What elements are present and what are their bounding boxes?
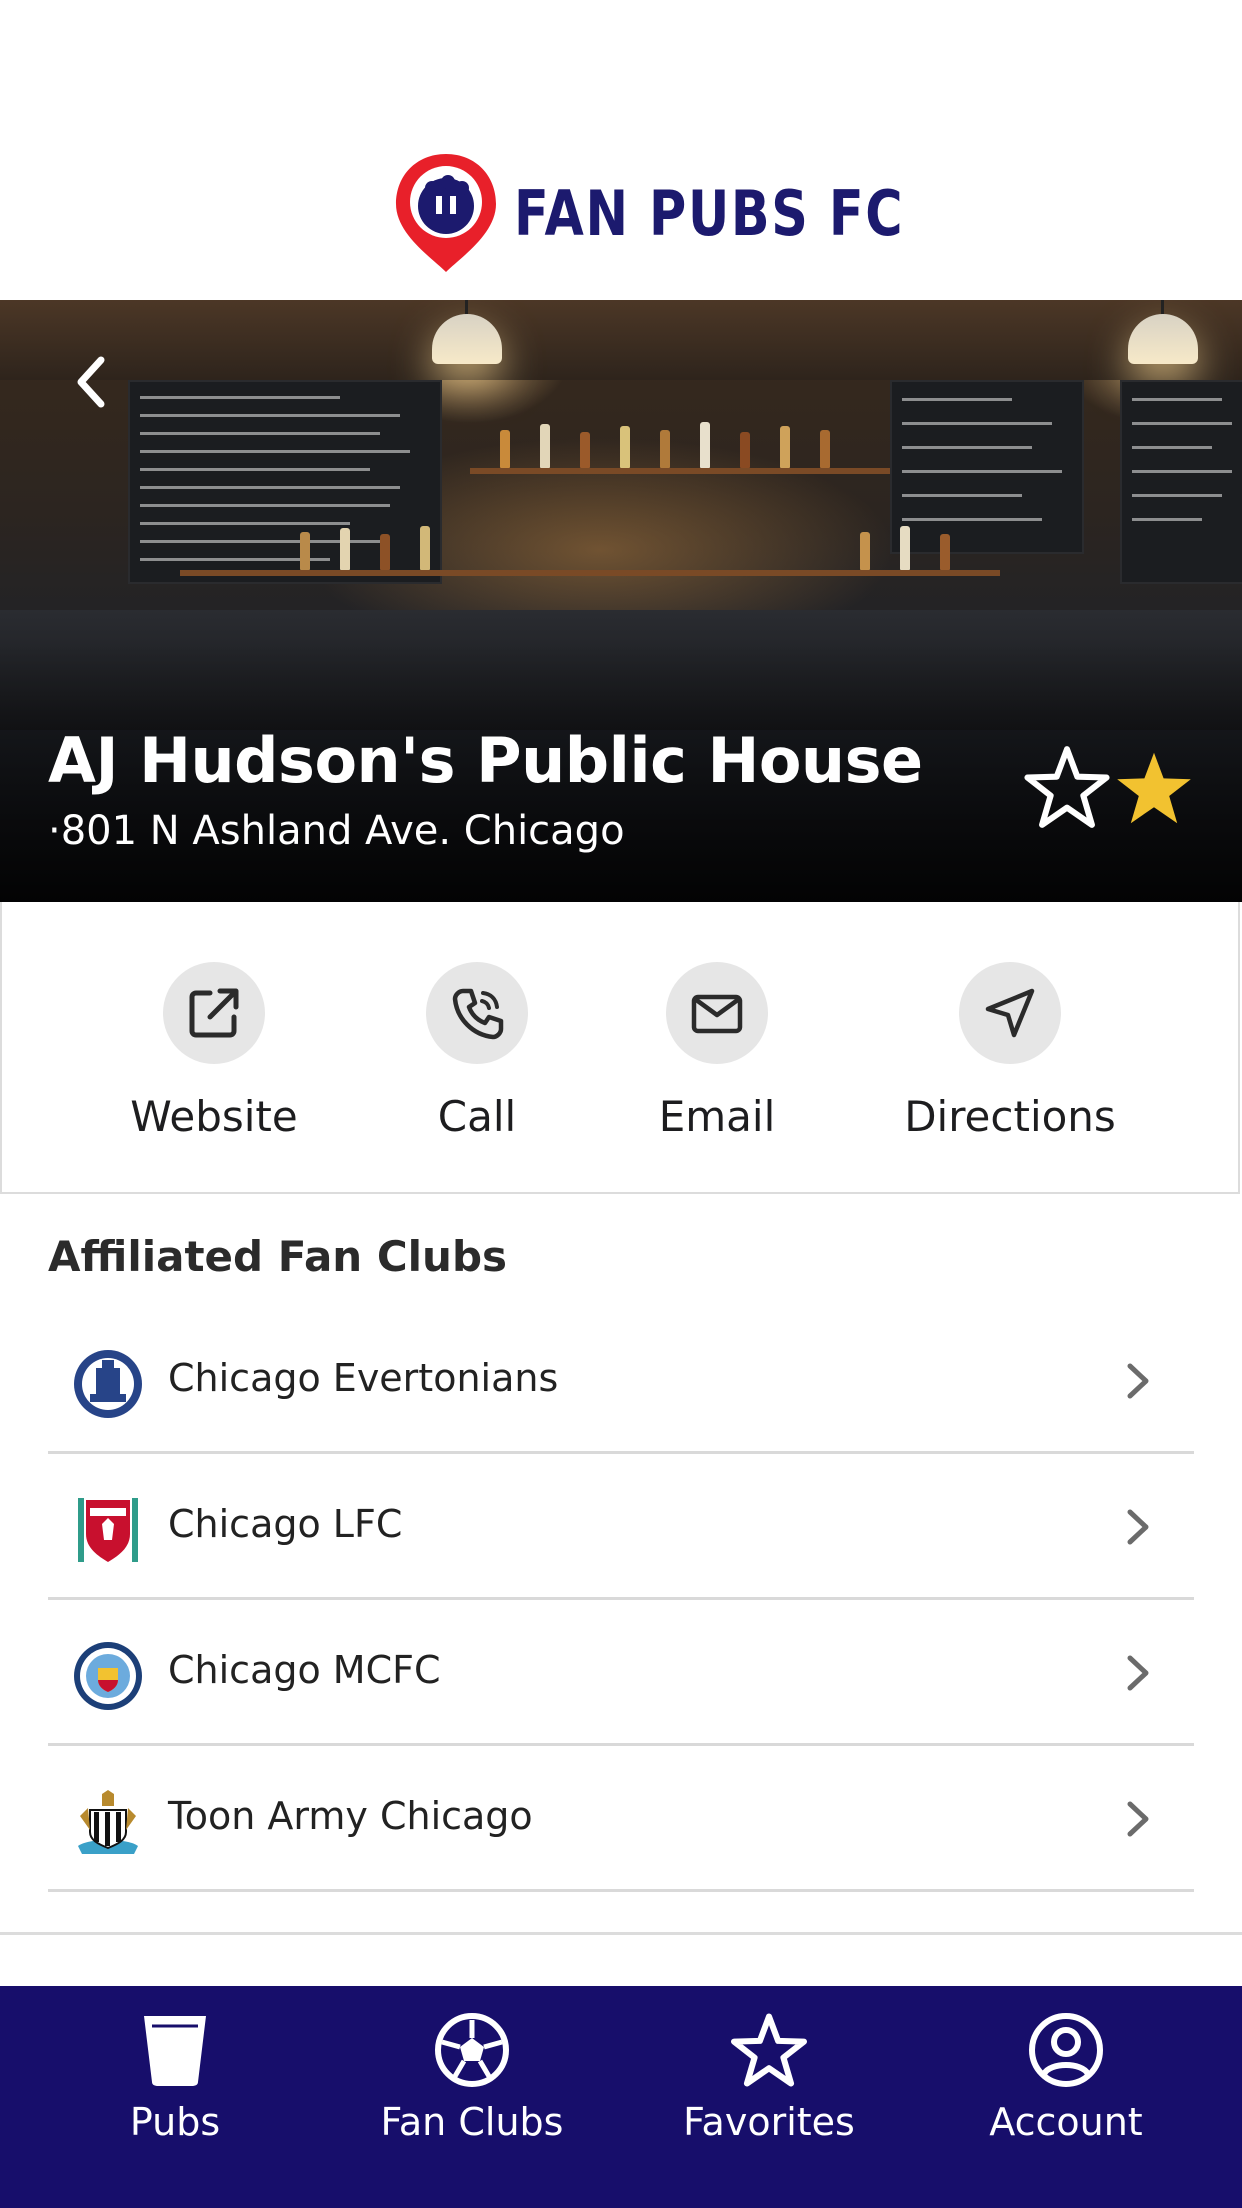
tab-fan-clubs[interactable]: Fan Clubs xyxy=(322,2010,622,2144)
directions-icon-circle xyxy=(959,962,1061,1064)
fan-club-name: Chicago MCFC xyxy=(168,1648,441,1692)
website-label: Website xyxy=(130,1092,298,1141)
star-filled-icon[interactable] xyxy=(1114,748,1194,828)
pub-hero-image: AJ Hudson's Public House ·801 N Ashland … xyxy=(0,300,1242,902)
draught-beer-board xyxy=(128,380,442,584)
tab-label: Pubs xyxy=(129,2100,221,2144)
fan-club-name: Chicago Evertonians xyxy=(168,1356,559,1400)
back-button[interactable] xyxy=(66,352,116,412)
fan-club-row[interactable]: Chicago Evertonians xyxy=(48,1308,1194,1454)
soccer-ball-icon xyxy=(435,2013,509,2087)
fan-clubs-section-title: Affiliated Fan Clubs xyxy=(48,1232,508,1281)
fan-club-row[interactable]: Chicago LFC xyxy=(48,1454,1194,1600)
email-button[interactable]: Email xyxy=(622,962,812,1141)
website-button[interactable]: Website xyxy=(88,962,340,1141)
fan-club-name: Chicago LFC xyxy=(168,1502,403,1546)
pub-actions: Website Call Email Directions xyxy=(0,902,1240,1194)
chevron-right-icon xyxy=(1127,1801,1149,1837)
pub-address: ·801 N Ashland Ave. Chicago xyxy=(48,808,625,854)
call-button[interactable]: Call xyxy=(402,962,552,1141)
tab-label: Fan Clubs xyxy=(380,2100,564,2144)
fan-club-row[interactable]: Chicago MCFC xyxy=(48,1600,1194,1746)
website-icon-circle xyxy=(163,962,265,1064)
menu-board xyxy=(890,380,1084,554)
chevron-left-icon xyxy=(77,356,105,408)
chevron-right-icon xyxy=(1127,1655,1149,1691)
navigation-icon xyxy=(985,988,1035,1038)
mail-icon xyxy=(691,994,743,1034)
bar-shelf xyxy=(470,468,890,474)
email-label: Email xyxy=(658,1092,776,1141)
pub-name: AJ Hudson's Public House xyxy=(48,724,923,797)
logo-text: FAN PUBS FC xyxy=(514,176,905,250)
chevron-right-icon xyxy=(1127,1509,1149,1545)
tab-label: Favorites xyxy=(683,2100,855,2144)
phone-icon xyxy=(452,988,504,1040)
tab-favorites[interactable]: Favorites xyxy=(619,2010,919,2144)
newcastle-crest-icon xyxy=(78,1790,138,1854)
star-icon xyxy=(731,2013,807,2087)
external-link-icon xyxy=(189,988,239,1038)
glass-icon xyxy=(144,2016,206,2086)
fan-club-name: Toon Army Chicago xyxy=(168,1794,533,1838)
star-outline-icon[interactable] xyxy=(1024,744,1110,830)
email-icon-circle xyxy=(666,962,768,1064)
call-icon-circle xyxy=(426,962,528,1064)
bar-shelf xyxy=(180,570,1000,576)
tab-label: Account xyxy=(989,2100,1143,2144)
liverpool-crest-icon xyxy=(78,1498,138,1562)
call-label: Call xyxy=(437,1092,517,1141)
directions-label: Directions xyxy=(904,1092,1116,1141)
app-header: FAN PUBS FC xyxy=(0,0,1242,300)
logo-pin-icon xyxy=(396,154,496,272)
tab-pubs[interactable]: Pubs xyxy=(25,2010,325,2144)
bottom-tab-bar: Pubs Fan Clubs Favorites Account xyxy=(0,1986,1242,2208)
app-logo: FAN PUBS FC xyxy=(392,150,990,276)
everton-crest-icon xyxy=(74,1350,142,1418)
coffee-board xyxy=(1120,380,1242,584)
directions-button[interactable]: Directions xyxy=(882,962,1138,1141)
chevron-right-icon xyxy=(1127,1363,1149,1399)
user-circle-icon xyxy=(1029,2013,1103,2087)
man-city-crest-icon xyxy=(74,1642,142,1710)
section-divider xyxy=(0,1932,1242,1935)
hero-ceiling xyxy=(0,300,1242,380)
fan-club-row[interactable]: Toon Army Chicago xyxy=(48,1746,1194,1892)
tab-account[interactable]: Account xyxy=(916,2010,1216,2144)
